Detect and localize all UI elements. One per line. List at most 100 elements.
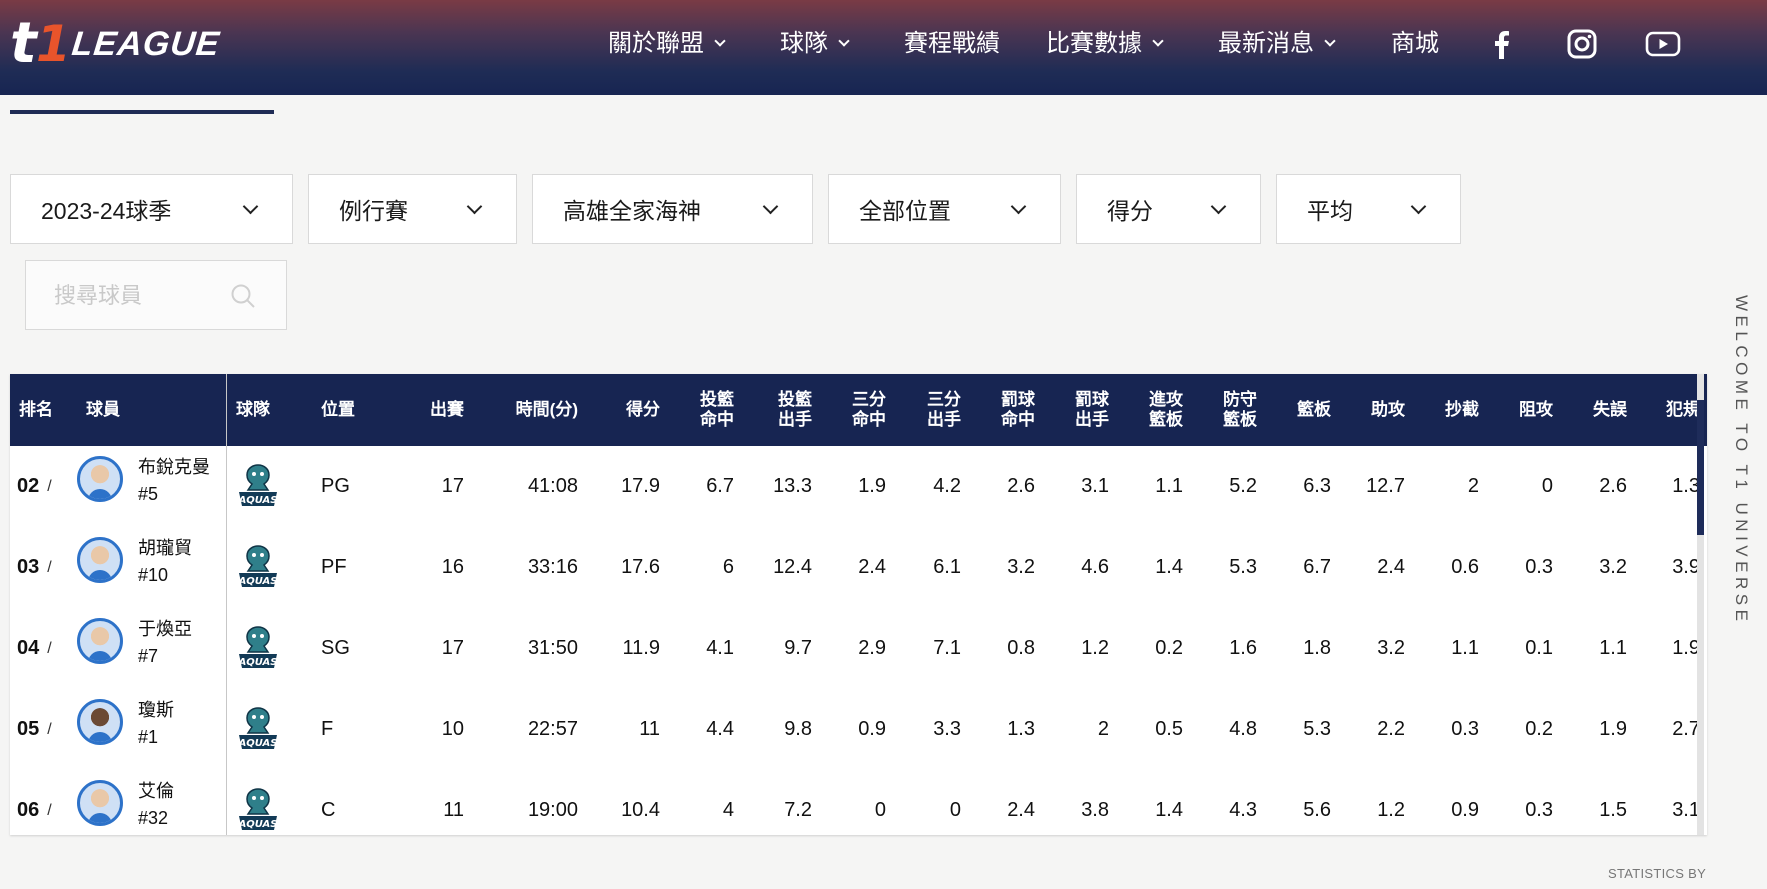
season-select[interactable]: 2023-24球季	[10, 174, 293, 244]
avatar[interactable]	[77, 537, 123, 583]
search-icon[interactable]	[230, 283, 256, 309]
youtube-icon[interactable]	[1645, 26, 1681, 62]
chevron-down-icon	[1324, 35, 1336, 47]
col-team[interactable]: 球隊	[236, 374, 270, 446]
table-row[interactable]: 06/ 艾倫 #32 AQUAS C 11 19:00 10.4 4 7.2 0 0 2.4 3.8…	[10, 770, 1707, 835]
stat-ast-cell: 2.4	[1377, 556, 1405, 578]
aquas-team-logo[interactable]: AQUAS	[235, 543, 281, 591]
stat-pts-cell: 17.9	[621, 475, 660, 497]
stat-blk-cell: 0.1	[1525, 637, 1553, 659]
col-fta[interactable]: 罰球 出手	[1036, 374, 1109, 446]
table-scrollbar-thumb[interactable]	[1697, 400, 1704, 535]
table-row[interactable]: 04/ 于煥亞 #7 AQUAS SG 17 31:50 11.9 4.1 9.7 2.9 7.…	[10, 608, 1707, 689]
col-3pa[interactable]: 三分 出手	[888, 374, 961, 446]
stat-fta-cell: 4.6	[1081, 556, 1109, 578]
stat-tov-cell: 1.1	[1599, 637, 1627, 659]
game-type-select[interactable]: 例行賽	[308, 174, 517, 244]
logo-mark: t 1	[10, 11, 71, 76]
facebook-icon[interactable]	[1483, 26, 1519, 62]
stat-tov-cell: 1.9	[1599, 718, 1627, 740]
instagram-icon[interactable]	[1564, 26, 1600, 62]
col-ftm[interactable]: 罰球 命中	[961, 374, 1035, 446]
aquas-team-logo[interactable]: AQUAS	[235, 462, 281, 510]
avatar[interactable]	[77, 699, 123, 745]
team-select[interactable]: 高雄全家海神	[532, 174, 813, 244]
aquas-team-logo[interactable]: AQUAS	[235, 705, 281, 753]
position-select[interactable]: 全部位置	[828, 174, 1061, 244]
stat-tpa-cell: 4.2	[933, 475, 961, 497]
stat-oreb-cell: 0.5	[1155, 718, 1183, 740]
col-pts[interactable]: 得分	[590, 374, 660, 446]
stat-ftm-cell: 1.3	[1007, 718, 1035, 740]
stat-min-cell: 41:08	[527, 475, 578, 497]
aquas-team-logo[interactable]: AQUAS	[235, 624, 281, 672]
chevron-down-icon	[1210, 198, 1227, 215]
col-dreb[interactable]: 防守 籃板	[1184, 374, 1257, 446]
col-fga[interactable]: 投籃 出手	[739, 374, 812, 446]
stat-pf-cell: 2.7	[1672, 718, 1700, 740]
nav-teams[interactable]: 球隊	[780, 26, 850, 62]
table-row[interactable]: 02/ 布銳克曼 #5 AQUAS PG 17 41:08 17.9 6.7 13.3 1.9…	[10, 446, 1707, 527]
stat-reb-cell: 5.6	[1303, 799, 1331, 821]
stat-pts-cell: 17.6	[621, 556, 660, 578]
col-gp[interactable]: 出賽	[390, 374, 464, 446]
col-reb[interactable]: 籃板	[1258, 374, 1331, 446]
table-row[interactable]: 05/ 瓊斯 #1 AQUAS F 10 22:57 11 4.4 9.8 0.9 3.3 1.3…	[10, 689, 1707, 770]
nav-stats[interactable]: 比賽數據	[1046, 26, 1164, 62]
col-rank[interactable]: 排名	[19, 374, 53, 446]
col-3pm[interactable]: 三分 命中	[813, 374, 886, 446]
nav-about-league[interactable]: 關於聯盟	[608, 26, 726, 62]
col-pf[interactable]: 犯規	[1628, 374, 1700, 446]
stat-select[interactable]: 得分	[1076, 174, 1261, 244]
t1-league-logo[interactable]: t 1 LEAGUE	[10, 11, 222, 76]
rank-cell: 06/	[17, 799, 52, 821]
nav-schedule[interactable]: 賽程戰績	[904, 26, 1000, 62]
stat-oreb-cell: 1.4	[1155, 799, 1183, 821]
col-player[interactable]: 球員	[86, 374, 120, 446]
player-name[interactable]: 布銳克曼 #5	[138, 454, 210, 508]
nav-shop[interactable]: 商城	[1391, 26, 1439, 62]
aquas-team-logo[interactable]: AQUAS	[235, 786, 281, 834]
logo-text: LEAGUE	[70, 24, 222, 63]
player-name[interactable]: 瓊斯 #1	[138, 697, 174, 751]
stat-reb-cell: 6.7	[1303, 556, 1331, 578]
stat-tov-cell: 3.2	[1599, 556, 1627, 578]
nav-news[interactable]: 最新消息	[1218, 26, 1336, 62]
stat-fta-cell: 1.2	[1081, 637, 1109, 659]
stat-reb-cell: 5.3	[1303, 718, 1331, 740]
col-blk[interactable]: 阻攻	[1480, 374, 1553, 446]
stat-ast-cell: 3.2	[1377, 637, 1405, 659]
chevron-down-icon	[242, 198, 259, 215]
stat-min-cell: 31:50	[527, 637, 578, 659]
stat-pts-cell: 10.4	[621, 799, 660, 821]
col-pos[interactable]: 位置	[321, 374, 355, 446]
player-name[interactable]: 艾倫 #32	[138, 778, 174, 832]
rank-cell: 05/	[17, 718, 52, 740]
column-divider	[226, 374, 227, 835]
player-name[interactable]: 于煥亞 #7	[138, 616, 192, 670]
stat-pf-cell: 3.9	[1672, 556, 1700, 578]
svg-text:AQUAS: AQUAS	[238, 819, 278, 830]
col-min[interactable]: 時間(分)	[480, 374, 578, 446]
avatar[interactable]	[77, 618, 123, 664]
col-stl[interactable]: 抄截	[1406, 374, 1479, 446]
player-name[interactable]: 胡瓏貿 #10	[138, 535, 192, 589]
chevron-down-icon	[714, 35, 726, 47]
col-oreb[interactable]: 進攻 籃板	[1110, 374, 1183, 446]
stat-tpm-cell: 2.4	[858, 556, 886, 578]
col-tov[interactable]: 失誤	[1554, 374, 1627, 446]
svg-text:AQUAS: AQUAS	[238, 657, 278, 668]
table-row[interactable]: 03/ 胡瓏貿 #10 AQUAS PF 16 33:16 17.6 6 12.4 2.4 6.…	[10, 527, 1707, 608]
stat-tov-cell: 2.6	[1599, 475, 1627, 497]
stat-ftm-cell: 3.2	[1007, 556, 1035, 578]
col-fgm[interactable]: 投籃 命中	[664, 374, 734, 446]
avatar[interactable]	[77, 456, 123, 502]
stat-pts-cell: 11.9	[622, 637, 660, 659]
chevron-down-icon	[1010, 198, 1027, 215]
stat-pf-cell: 1.3	[1672, 475, 1700, 497]
mode-select[interactable]: 平均	[1276, 174, 1461, 244]
search-input[interactable]	[54, 283, 224, 309]
stat-ftm-cell: 0.8	[1007, 637, 1035, 659]
avatar[interactable]	[77, 780, 123, 826]
col-ast[interactable]: 助攻	[1332, 374, 1405, 446]
